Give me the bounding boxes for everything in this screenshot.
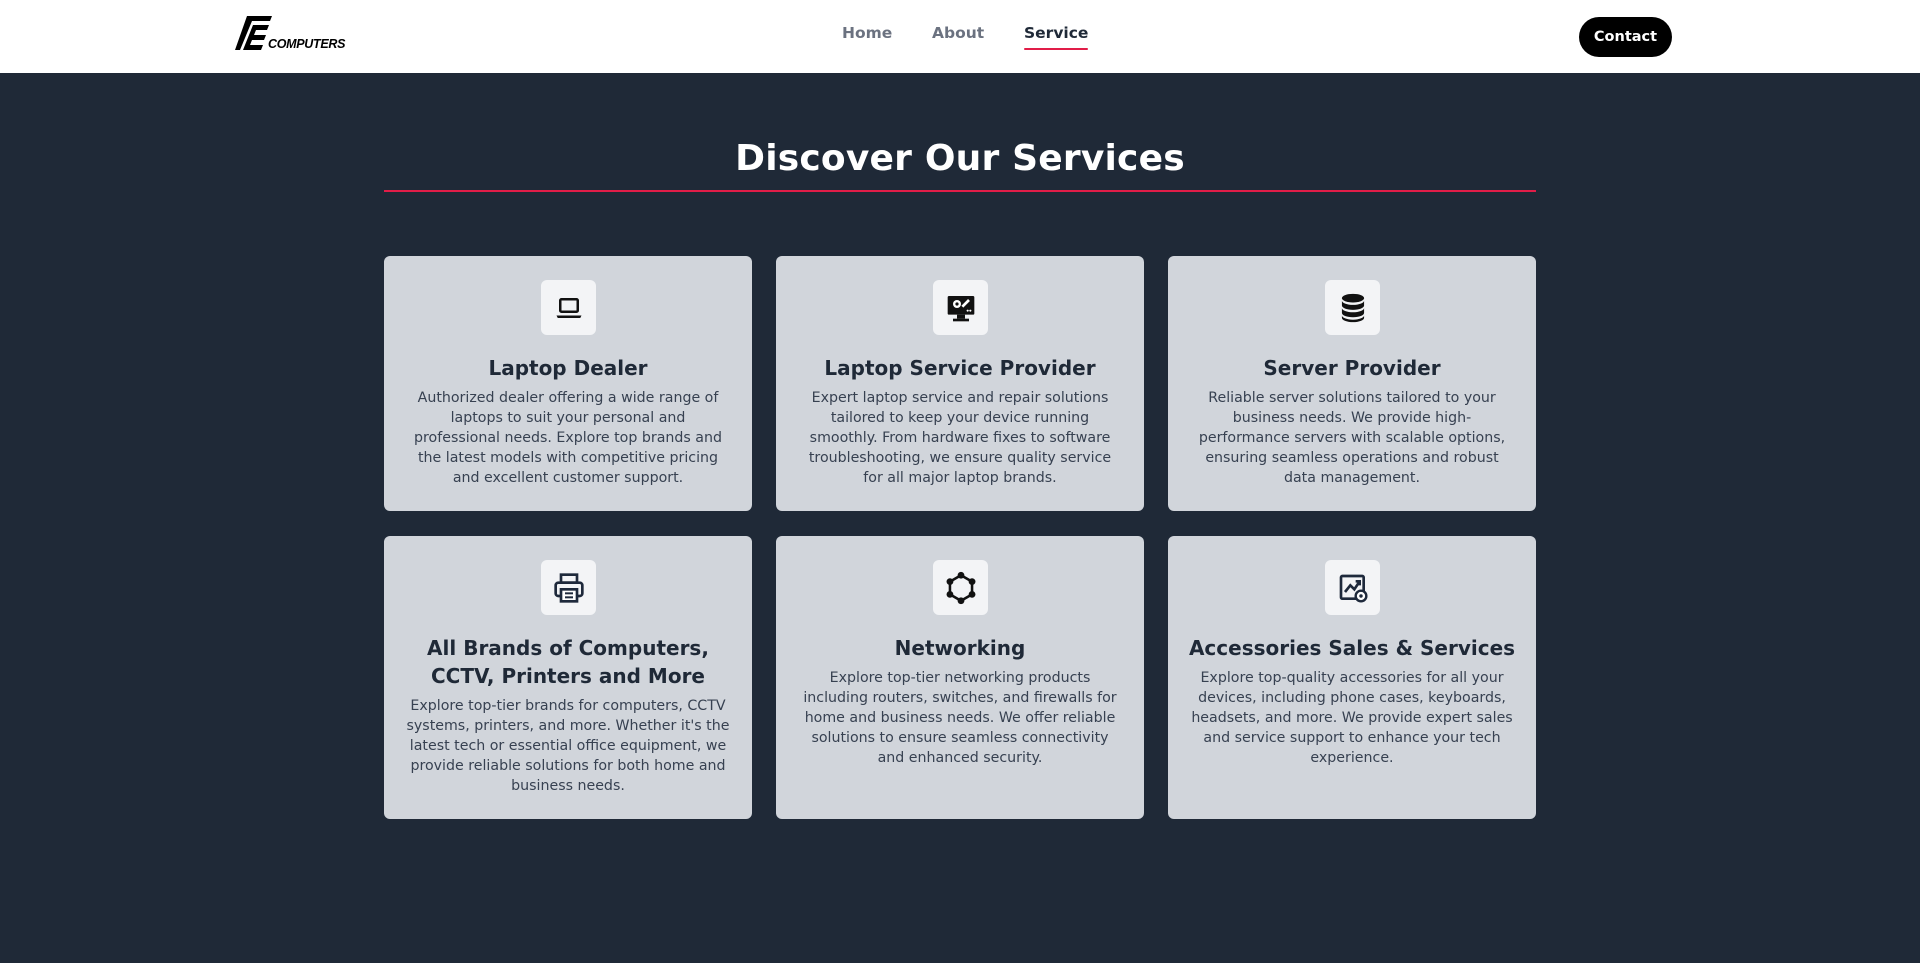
printer-icon bbox=[541, 560, 596, 615]
service-description: Expert laptop service and repair solutio… bbox=[808, 390, 1112, 486]
service-title: Laptop Dealer bbox=[488, 356, 648, 380]
service-description: Reliable server solutions tailored to yo… bbox=[1198, 390, 1506, 486]
service-description: Explore top-tier brands for computers, C… bbox=[406, 698, 730, 794]
nav-about[interactable]: About bbox=[932, 24, 984, 42]
service-card-laptop-dealer: Laptop Dealer Authorized dealer offering… bbox=[384, 256, 752, 511]
logo[interactable]: COMPUTERS bbox=[233, 14, 345, 52]
database-icon bbox=[1325, 280, 1380, 335]
service-description: Explore top-quality accessories for all … bbox=[1191, 670, 1513, 766]
service-card-accessories: Accessories Sales & Services Explore top… bbox=[1168, 536, 1536, 819]
monitor-gear-icon bbox=[933, 280, 988, 335]
service-title: Server Provider bbox=[1263, 356, 1441, 380]
chart-settings-icon bbox=[1325, 560, 1380, 615]
active-nav-underline bbox=[1024, 48, 1089, 50]
section-title: Discover Our Services bbox=[735, 138, 1185, 179]
contact-button[interactable]: Contact bbox=[1579, 17, 1672, 57]
title-divider bbox=[384, 190, 1536, 192]
site-header: COMPUTERS Home About Service Contact bbox=[0, 0, 1920, 73]
service-title: Laptop Service Provider bbox=[824, 356, 1096, 380]
service-card-laptop-service: Laptop Service Provider Expert laptop se… bbox=[776, 256, 1144, 511]
nav-service-label: Service bbox=[1024, 24, 1089, 42]
service-card-networking: Networking Explore top-tier networking p… bbox=[776, 536, 1144, 819]
logo-text: COMPUTERS bbox=[268, 37, 346, 51]
service-card-server: Server Provider Reliable server solution… bbox=[1168, 256, 1536, 511]
nav-service[interactable]: Service bbox=[1024, 24, 1089, 50]
service-title: All Brands of Computers, CCTV, Printers … bbox=[427, 636, 709, 688]
service-description: Authorized dealer offering a wide range … bbox=[414, 390, 722, 486]
laptop-icon bbox=[541, 280, 596, 335]
service-title: Networking bbox=[894, 636, 1026, 660]
network-icon bbox=[933, 560, 988, 615]
service-description: Explore top-tier networking products inc… bbox=[803, 670, 1117, 766]
nav-home[interactable]: Home bbox=[842, 24, 892, 42]
service-title: Accessories Sales & Services bbox=[1188, 636, 1516, 660]
service-card-all-brands: All Brands of Computers, CCTV, Printers … bbox=[384, 536, 752, 819]
